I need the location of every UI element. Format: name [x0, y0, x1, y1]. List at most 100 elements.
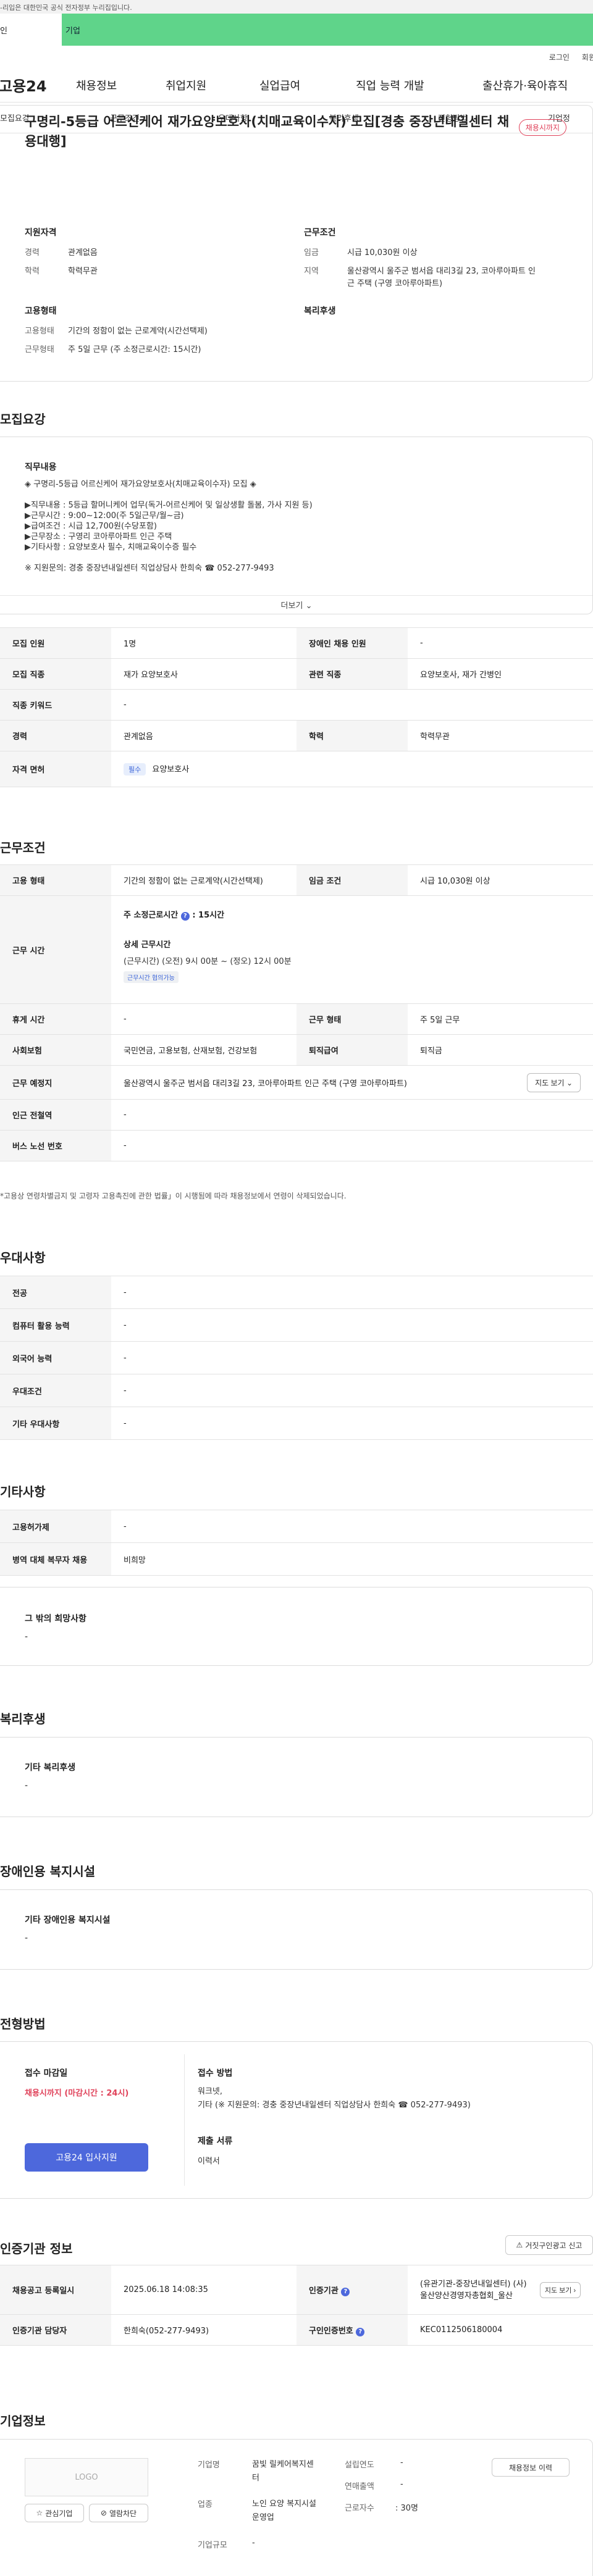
tab-company[interactable]: 기업: [62, 14, 593, 46]
report-fake-ad-button[interactable]: ⚠ 거짓구인광고 신고: [505, 2235, 593, 2255]
duty-line: [25, 553, 556, 563]
table-row: 휴게 시간 - 근무 형태 주 5일 근무: [0, 1003, 593, 1035]
recruit-section-title: 모집요강: [0, 412, 46, 427]
gnb-item-jobs[interactable]: 채용정보: [76, 77, 166, 93]
info-icon[interactable]: ?: [356, 2327, 365, 2336]
cell-value: -: [111, 1374, 593, 1407]
siren-icon: ⚠: [516, 2241, 523, 2249]
gnb-item-employment-support[interactable]: 취업지원: [166, 77, 259, 93]
table-row: 컴퓨터 활용 능력 -: [0, 1308, 593, 1342]
industry-value: 노인 요양 복지시설 운영업: [252, 2499, 316, 2522]
star-icon: ☆: [36, 2509, 43, 2517]
cell-label: 임금 조건: [296, 864, 408, 896]
table-row: 병역 대체 복무자 채용 비희망: [0, 1542, 593, 1576]
duty-box: 직무내용 ◈ 구명리-5등급 어르신케어 재가요양보호사(치매교육이수자) 모집…: [0, 437, 593, 614]
info-icon[interactable]: ?: [341, 2287, 350, 2296]
age-footnote: *고용상 연령차별금지 및 고령자 고용촉진에 관한 법률」이 시행됨에 따라 …: [0, 1192, 347, 1200]
cell-value: 관계없음: [111, 720, 296, 751]
cell-value: 2025.06.18 14:08:35: [111, 2265, 296, 2315]
place-value: 울산광역시 울주군 범서읍 대리3길 23, 코아루아파트 인근 주택 (구영 …: [124, 1079, 407, 1089]
agency-map-button[interactable]: 지도 보기 ›: [540, 2281, 581, 2298]
agency-section-title: 인증기관 정보: [0, 2241, 73, 2256]
login-link[interactable]: 로그인: [549, 52, 570, 62]
work-table: 고용 형태 기간의 정함이 없는 근로계약(시간선택제) 임금 조건 시급 10…: [0, 864, 593, 1161]
cell-label: 컴퓨터 활용 능력: [0, 1308, 111, 1342]
tab-personal[interactable]: 인: [0, 14, 62, 46]
cell-value: -: [111, 1276, 593, 1309]
utility-bar: 로그인 회원: [0, 46, 593, 68]
work-section-title: 근무조건: [0, 840, 46, 855]
status-badge: 채용시까지: [518, 119, 566, 136]
apply-button[interactable]: 고용24 입사지원: [25, 2143, 148, 2172]
conditions-block: 근무조건 임금 시급 10,030원 이상 지역 울산광역시 울주군 범서읍 대리3…: [304, 226, 563, 290]
company-logo: LOGO: [25, 2458, 148, 2496]
table-row: 모집 인원 1명 장애인 채용 인원 -: [0, 627, 593, 659]
deadline-value: 채용시까지 (마감시간 : 24시): [25, 2089, 129, 2098]
cell-label: 근무 형태: [296, 1003, 408, 1035]
more-label: 더보기: [280, 601, 303, 611]
gnb-item-leave[interactable]: 출산휴가·육아휴직: [482, 77, 568, 93]
screening-section-title: 전형방법: [0, 2017, 46, 2031]
wish-value: -: [25, 1632, 28, 1642]
cell-value: (유관기관-중장년내일센터) (사)울산양산경영자총협회_울산 지도 보기 ›: [408, 2265, 593, 2315]
welfare-section-title: 복리후생: [0, 1712, 46, 1726]
cell-value: 기간의 정함이 없는 근로계약(시간선택제): [111, 864, 296, 896]
pref-table: 전공 - 컴퓨터 활용 능력 - 외국어 능력 - 우대조건 - 기타 우대사항 -: [0, 1276, 593, 1440]
block-icon: ⊘: [100, 2509, 107, 2517]
cell-label: 구인인증번호 ?: [296, 2314, 408, 2346]
size-value: -: [252, 2538, 255, 2548]
duty-title: 직무내용: [25, 462, 57, 472]
qualification-block: 지원자격 경력 관계없음 학력 학력무관: [25, 226, 272, 278]
more-button[interactable]: 더보기 ⌄: [0, 599, 593, 611]
cell-label: 고용 형태: [0, 864, 111, 896]
agency-map-label: 지도 보기: [544, 2286, 572, 2294]
cell-label: 외국어 능력: [0, 1341, 111, 1374]
cell-value: -: [111, 689, 593, 721]
cell-value: -: [111, 1407, 593, 1440]
job-history-button[interactable]: 채용정보 이력: [492, 2458, 570, 2477]
qual-key: 경력: [25, 248, 40, 257]
cell-label: 인증기관 담당자: [0, 2314, 111, 2346]
wish-box: 그 밖의 희망사항 -: [0, 1587, 593, 1666]
cell-label: 모집 직종: [0, 658, 111, 690]
job-summary-card: 구명리-5등급 어르신케어 재가요양보호사(치매교육이수자) 모집[경충 중장년…: [0, 105, 593, 382]
gnb-item-unemployment[interactable]: 실업급여: [259, 77, 356, 93]
site-logo[interactable]: 고용24: [0, 74, 76, 96]
duty-line: ▶급여조건 : 시급 12,700원(수당포함): [25, 522, 157, 531]
etc-section-title: 기타사항: [0, 1484, 46, 1499]
screening-box: 접수 마감일 채용시까지 (마감시간 : 24시) 고용24 입사지원 접수 방…: [0, 2041, 593, 2199]
map-view-button[interactable]: 지도 보기 ⌄: [527, 1073, 581, 1092]
info-icon[interactable]: ?: [180, 912, 190, 921]
cond-key: 지역: [304, 267, 319, 276]
facility-box-title: 기타 장애인용 복지시설: [25, 1915, 111, 1925]
table-row: 모집 직종 재가 요양보호사 관련 직종 요양보호사, 재가 간병인: [0, 658, 593, 690]
welfare-box: 기타 복리후생 -: [0, 1737, 593, 1817]
industry-label: 업종: [198, 2500, 212, 2509]
interest-company-button[interactable]: ☆ 관심기업: [25, 2504, 84, 2522]
cell-value: 주 소정근로시간 ? : 15시간 상세 근무시간 (근무시간) (오전) 9시…: [111, 895, 593, 1004]
revenue-label: 연매출액: [345, 2482, 374, 2491]
cell-label: 근무 시간: [0, 895, 111, 1004]
qual-value: 관계없음: [68, 248, 98, 257]
gnb-item-training[interactable]: 직업 능력 개발: [356, 77, 482, 93]
table-row: 사회보험 국민연금, 고용보험, 산재보험, 건강보험 퇴직급여 퇴직금: [0, 1034, 593, 1066]
license-value: 요양보호사: [152, 765, 190, 774]
founded-label: 설립연도: [345, 2461, 374, 2470]
block-company-button[interactable]: ⊘ 열람차단: [89, 2504, 148, 2522]
agency-table: 채용공고 등록일시 2025.06.18 14:08:35 인증기관 ? (유관…: [0, 2265, 593, 2346]
cell-label: 우대조건: [0, 1374, 111, 1407]
deadline-title: 접수 마감일: [25, 2068, 68, 2078]
cell-label: 자격 면허: [0, 751, 111, 787]
docs-value: 이력서: [198, 2157, 220, 2166]
qual-value: 학력무관: [68, 267, 98, 276]
cell-value: 한희숙(052-277-9493): [111, 2314, 296, 2346]
facility-box-value: -: [25, 1933, 28, 1943]
qual-key: 학력: [25, 267, 40, 276]
org-label: 인증기관: [309, 2286, 339, 2296]
employment-type-title: 고용형태: [25, 306, 57, 316]
emp-key: 근무형태: [25, 345, 54, 354]
signup-link[interactable]: 회원: [582, 52, 593, 62]
size-label: 기업규모: [198, 2541, 227, 2550]
cell-label: 직종 키워드: [0, 689, 111, 721]
duty-content: ◈ 구명리-5등급 어르신케어 재가요양보호사(치매교육이수자) 모집 ◈ ▶직…: [25, 479, 556, 574]
